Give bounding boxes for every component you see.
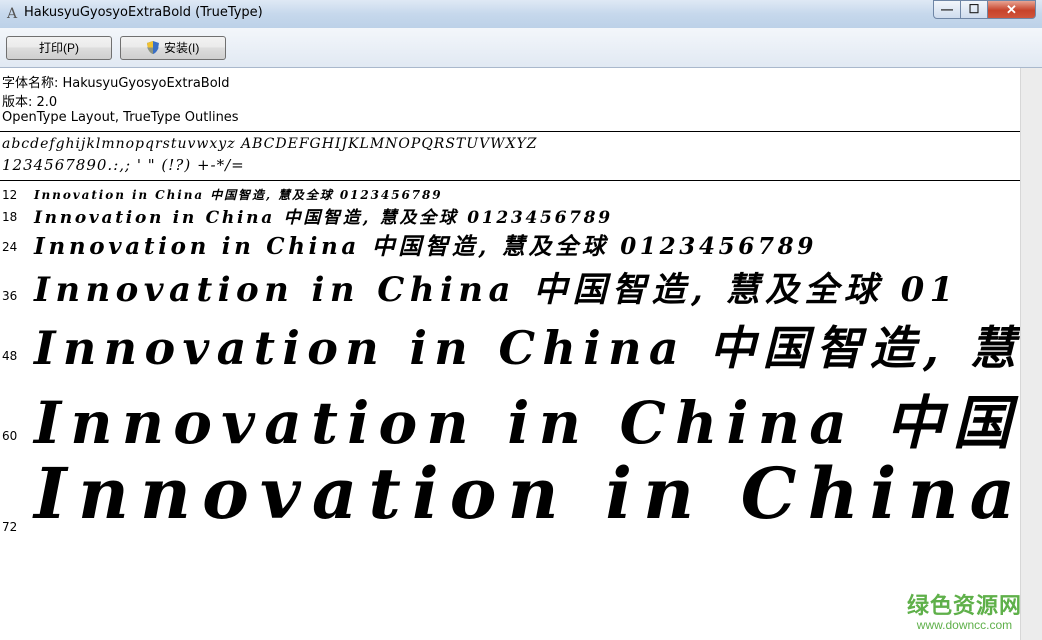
- install-button-label: 安装(I): [164, 41, 200, 55]
- minimize-button[interactable]: —: [933, 0, 961, 19]
- maximize-button[interactable]: ☐: [960, 0, 988, 19]
- sample-text: Innovation in China 中国智造, 慧: [34, 321, 1020, 375]
- sample-size-label: 72: [2, 520, 18, 534]
- close-button[interactable]: ✕: [987, 0, 1036, 19]
- sample-row-36: 36 Innovation in China 中国智造, 慧及全球 01: [0, 258, 1020, 310]
- glyph-digits-line: 1234567890.:,; ' " (!?) +-*/=: [2, 156, 245, 174]
- window-title: HakusyuGyosyoExtraBold (TrueType): [24, 5, 263, 20]
- sample-size-label: 48: [2, 349, 18, 363]
- font-preview-area: 字体名称: HakusyuGyosyoExtraBold 版本: 2.0 Ope…: [0, 68, 1020, 640]
- maximize-icon: ☐: [968, 2, 980, 16]
- print-button[interactable]: 打印(P): [6, 36, 112, 60]
- sample-text: Innovation in China 中国年: [34, 389, 1020, 457]
- minimize-icon: —: [941, 2, 953, 16]
- install-button[interactable]: 安装(I): [120, 36, 226, 60]
- font-name-line: 字体名称: HakusyuGyosyoExtraBold: [2, 76, 230, 91]
- font-type-line: OpenType Layout, TrueType Outlines: [2, 110, 239, 125]
- sample-size-label: 12: [2, 188, 18, 202]
- font-viewer-window: A HakusyuGyosyoExtraBold (TrueType) — ☐ …: [0, 0, 1042, 640]
- sample-size-label: 36: [2, 289, 18, 303]
- sample-size-label: 24: [2, 240, 18, 254]
- font-app-icon: A: [6, 6, 18, 22]
- sample-text: Innovation in China 中国智造, 慧及全球 012345678…: [34, 208, 613, 228]
- glyph-letters-line: abcdefghijklmnopqrstuvwxyz ABCDEFGHIJKLM…: [2, 136, 538, 152]
- sample-row-12: 12 Innovation in China 中国智造, 慧及全球 012345…: [0, 184, 1020, 202]
- print-button-label: 打印(P): [39, 41, 79, 55]
- close-icon: ✕: [1006, 2, 1017, 17]
- watermark: 绿色资源网 www.downcc.com: [907, 588, 1022, 632]
- sample-size-label: 60: [2, 429, 18, 443]
- sample-size-label: 18: [2, 210, 18, 224]
- sample-text: Innovation in China 中国智造, 慧及全球 012345678…: [34, 233, 818, 260]
- sample-text: Innovation in China: [34, 452, 1020, 535]
- title-bar[interactable]: A HakusyuGyosyoExtraBold (TrueType) — ☐ …: [0, 0, 1042, 28]
- divider-bottom: [0, 180, 1020, 181]
- sample-row-48: 48 Innovation in China 中国智造, 慧: [0, 310, 1020, 375]
- sample-row-60: 60 Innovation in China 中国年: [0, 372, 1020, 457]
- font-version-line: 版本: 2.0: [2, 95, 58, 110]
- vertical-scrollbar[interactable]: [1020, 68, 1042, 640]
- sample-text: Innovation in China 中国智造, 慧及全球 01: [34, 270, 959, 310]
- toolbar: 打印(P) 安装(I): [0, 28, 1042, 68]
- sample-text: Innovation in China 中国智造, 慧及全球 012345678…: [34, 188, 443, 202]
- uac-shield-icon: [146, 41, 159, 54]
- sample-row-24: 24 Innovation in China 中国智造, 慧及全球 012345…: [0, 226, 1020, 260]
- watermark-url: www.downcc.com: [916, 618, 1013, 632]
- sample-row-72: 72 Innovation in China: [0, 450, 1020, 550]
- divider-top: [0, 131, 1020, 132]
- watermark-brand: 绿色资源网: [906, 594, 1022, 619]
- sample-row-18: 18 Innovation in China 中国智造, 慧及全球 012345…: [0, 202, 1020, 228]
